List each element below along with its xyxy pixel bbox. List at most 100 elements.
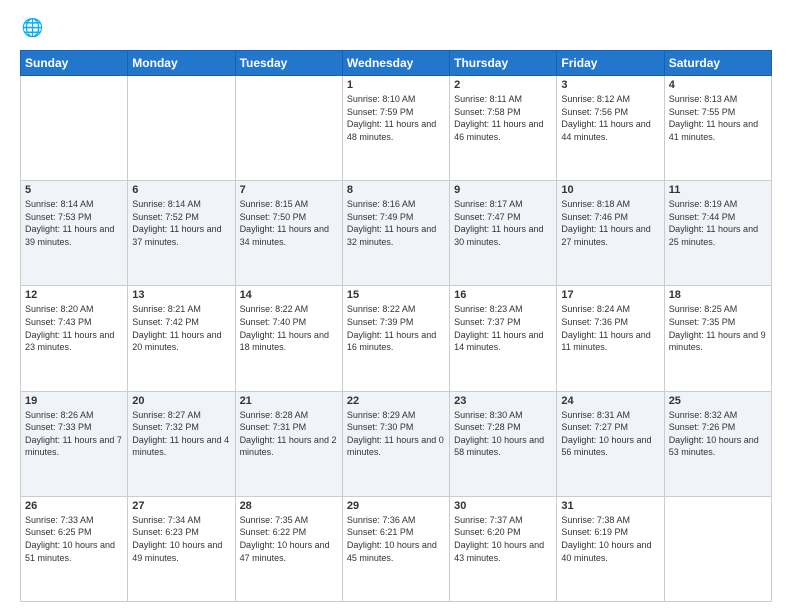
weekday-header-monday: Monday: [128, 51, 235, 76]
day-info: Sunrise: 8:20 AM Sunset: 7:43 PM Dayligh…: [25, 303, 123, 353]
calendar-cell: [21, 76, 128, 181]
week-row-3: 12 Sunrise: 8:20 AM Sunset: 7:43 PM Dayli…: [21, 286, 772, 391]
calendar-cell: 26Sunrise: 7:33 AM Sunset: 6:25 PM Dayli…: [21, 496, 128, 601]
week-row-5: 26Sunrise: 7:33 AM Sunset: 6:25 PM Dayli…: [21, 496, 772, 601]
weekday-header-saturday: Saturday: [664, 51, 771, 76]
calendar-cell: 10 Sunrise: 8:18 AM Sunset: 7:46 PM Dayli…: [557, 181, 664, 286]
day-info: Sunrise: 8:17 AM Sunset: 7:47 PM Dayligh…: [454, 198, 552, 248]
calendar-cell: 9Sunrise: 8:17 AM Sunset: 7:47 PM Daylig…: [450, 181, 557, 286]
day-info: Sunrise: 8:22 AM Sunset: 7:39 PM Dayligh…: [347, 303, 445, 353]
day-info: Sunrise: 7:38 AM Sunset: 6:19 PM Dayligh…: [561, 514, 659, 564]
logo: 🌐: [20, 16, 48, 40]
logo-icon: 🌐: [20, 16, 44, 40]
calendar-cell: 30 Sunrise: 7:37 AM Sunset: 6:20 PM Dayli…: [450, 496, 557, 601]
day-number: 31: [561, 500, 659, 512]
day-number: 5: [25, 184, 123, 196]
day-number: 12: [25, 289, 123, 301]
day-number: 28: [240, 500, 338, 512]
day-number: 13: [132, 289, 230, 301]
day-number: 16: [454, 289, 552, 301]
calendar-cell: 28 Sunrise: 7:35 AM Sunset: 6:22 PM Dayli…: [235, 496, 342, 601]
day-number: 14: [240, 289, 338, 301]
calendar-cell: 17 Sunrise: 8:24 AM Sunset: 7:36 PM Dayli…: [557, 286, 664, 391]
day-number: 15: [347, 289, 445, 301]
day-number: 6: [132, 184, 230, 196]
day-info: Sunrise: 8:21 AM Sunset: 7:42 PM Dayligh…: [132, 303, 230, 353]
svg-text:🌐: 🌐: [22, 18, 44, 38]
week-row-2: 5 Sunrise: 8:14 AM Sunset: 7:53 PM Daylig…: [21, 181, 772, 286]
calendar-cell: 3Sunrise: 8:12 AM Sunset: 7:56 PM Daylig…: [557, 76, 664, 181]
calendar-cell: 15 Sunrise: 8:22 AM Sunset: 7:39 PM Dayli…: [342, 286, 449, 391]
weekday-header-friday: Friday: [557, 51, 664, 76]
weekday-header-row: SundayMondayTuesdayWednesdayThursdayFrid…: [21, 51, 772, 76]
day-number: 20: [132, 395, 230, 407]
calendar-cell: 14 Sunrise: 8:22 AM Sunset: 7:40 PM Dayli…: [235, 286, 342, 391]
day-info: Sunrise: 8:26 AM Sunset: 7:33 PM Dayligh…: [25, 409, 123, 459]
calendar-cell: 11 Sunrise: 8:19 AM Sunset: 7:44 PM Dayli…: [664, 181, 771, 286]
day-number: 2: [454, 79, 552, 91]
day-number: 18: [669, 289, 767, 301]
week-row-1: 1 Sunrise: 8:10 AM Sunset: 7:59 PM Daylig…: [21, 76, 772, 181]
day-number: 21: [240, 395, 338, 407]
header: 🌐: [20, 16, 772, 40]
day-number: 23: [454, 395, 552, 407]
calendar-cell: 13 Sunrise: 8:21 AM Sunset: 7:42 PM Dayli…: [128, 286, 235, 391]
calendar-cell: 20Sunrise: 8:27 AM Sunset: 7:32 PM Dayli…: [128, 391, 235, 496]
day-info: Sunrise: 8:29 AM Sunset: 7:30 PM Dayligh…: [347, 409, 445, 459]
day-info: Sunrise: 8:16 AM Sunset: 7:49 PM Dayligh…: [347, 198, 445, 248]
calendar-cell: 2Sunrise: 8:11 AM Sunset: 7:58 PM Daylig…: [450, 76, 557, 181]
day-info: Sunrise: 7:33 AM Sunset: 6:25 PM Dayligh…: [25, 514, 123, 564]
calendar-cell: 24Sunrise: 8:31 AM Sunset: 7:27 PM Dayli…: [557, 391, 664, 496]
weekday-header-wednesday: Wednesday: [342, 51, 449, 76]
calendar-cell: 6 Sunrise: 8:14 AM Sunset: 7:52 PM Daylig…: [128, 181, 235, 286]
calendar-cell: 4Sunrise: 8:13 AM Sunset: 7:55 PM Daylig…: [664, 76, 771, 181]
day-info: Sunrise: 8:32 AM Sunset: 7:26 PM Dayligh…: [669, 409, 767, 459]
day-info: Sunrise: 8:10 AM Sunset: 7:59 PM Dayligh…: [347, 93, 445, 143]
day-info: Sunrise: 8:23 AM Sunset: 7:37 PM Dayligh…: [454, 303, 552, 353]
day-info: Sunrise: 7:36 AM Sunset: 6:21 PM Dayligh…: [347, 514, 445, 564]
day-info: Sunrise: 7:35 AM Sunset: 6:22 PM Dayligh…: [240, 514, 338, 564]
day-info: Sunrise: 7:34 AM Sunset: 6:23 PM Dayligh…: [132, 514, 230, 564]
day-info: Sunrise: 8:19 AM Sunset: 7:44 PM Dayligh…: [669, 198, 767, 248]
calendar-cell: 18 Sunrise: 8:25 AM Sunset: 7:35 PM Dayli…: [664, 286, 771, 391]
calendar-cell: 12 Sunrise: 8:20 AM Sunset: 7:43 PM Dayli…: [21, 286, 128, 391]
day-number: 19: [25, 395, 123, 407]
calendar-cell: 1 Sunrise: 8:10 AM Sunset: 7:59 PM Daylig…: [342, 76, 449, 181]
calendar-cell: 29Sunrise: 7:36 AM Sunset: 6:21 PM Dayli…: [342, 496, 449, 601]
day-info: Sunrise: 7:37 AM Sunset: 6:20 PM Dayligh…: [454, 514, 552, 564]
day-number: 24: [561, 395, 659, 407]
calendar-cell: 16 Sunrise: 8:23 AM Sunset: 7:37 PM Dayli…: [450, 286, 557, 391]
day-number: 7: [240, 184, 338, 196]
calendar-cell: 21 Sunrise: 8:28 AM Sunset: 7:31 PM Dayli…: [235, 391, 342, 496]
calendar-cell: 22 Sunrise: 8:29 AM Sunset: 7:30 PM Dayli…: [342, 391, 449, 496]
calendar-cell: [235, 76, 342, 181]
calendar-cell: 7 Sunrise: 8:15 AM Sunset: 7:50 PM Daylig…: [235, 181, 342, 286]
calendar-cell: 31 Sunrise: 7:38 AM Sunset: 6:19 PM Dayli…: [557, 496, 664, 601]
day-number: 27: [132, 500, 230, 512]
day-info: Sunrise: 8:14 AM Sunset: 7:52 PM Dayligh…: [132, 198, 230, 248]
day-number: 8: [347, 184, 445, 196]
day-info: Sunrise: 8:24 AM Sunset: 7:36 PM Dayligh…: [561, 303, 659, 353]
day-number: 1: [347, 79, 445, 91]
day-number: 22: [347, 395, 445, 407]
day-info: Sunrise: 8:15 AM Sunset: 7:50 PM Dayligh…: [240, 198, 338, 248]
week-row-4: 19 Sunrise: 8:26 AM Sunset: 7:33 PM Dayli…: [21, 391, 772, 496]
day-info: Sunrise: 8:28 AM Sunset: 7:31 PM Dayligh…: [240, 409, 338, 459]
day-number: 17: [561, 289, 659, 301]
day-info: Sunrise: 8:14 AM Sunset: 7:53 PM Dayligh…: [25, 198, 123, 248]
day-number: 10: [561, 184, 659, 196]
calendar-cell: 5 Sunrise: 8:14 AM Sunset: 7:53 PM Daylig…: [21, 181, 128, 286]
day-info: Sunrise: 8:25 AM Sunset: 7:35 PM Dayligh…: [669, 303, 767, 353]
day-number: 25: [669, 395, 767, 407]
calendar-cell: 23Sunrise: 8:30 AM Sunset: 7:28 PM Dayli…: [450, 391, 557, 496]
day-info: Sunrise: 8:13 AM Sunset: 7:55 PM Dayligh…: [669, 93, 767, 143]
calendar-cell: 19 Sunrise: 8:26 AM Sunset: 7:33 PM Dayli…: [21, 391, 128, 496]
day-number: 11: [669, 184, 767, 196]
calendar-cell: [664, 496, 771, 601]
day-info: Sunrise: 8:18 AM Sunset: 7:46 PM Dayligh…: [561, 198, 659, 248]
day-number: 30: [454, 500, 552, 512]
calendar-page: 🌐 SundayMondayTuesdayWednesdayThursdayFr…: [0, 0, 792, 612]
weekday-header-sunday: Sunday: [21, 51, 128, 76]
day-info: Sunrise: 8:22 AM Sunset: 7:40 PM Dayligh…: [240, 303, 338, 353]
calendar-cell: 27 Sunrise: 7:34 AM Sunset: 6:23 PM Dayli…: [128, 496, 235, 601]
